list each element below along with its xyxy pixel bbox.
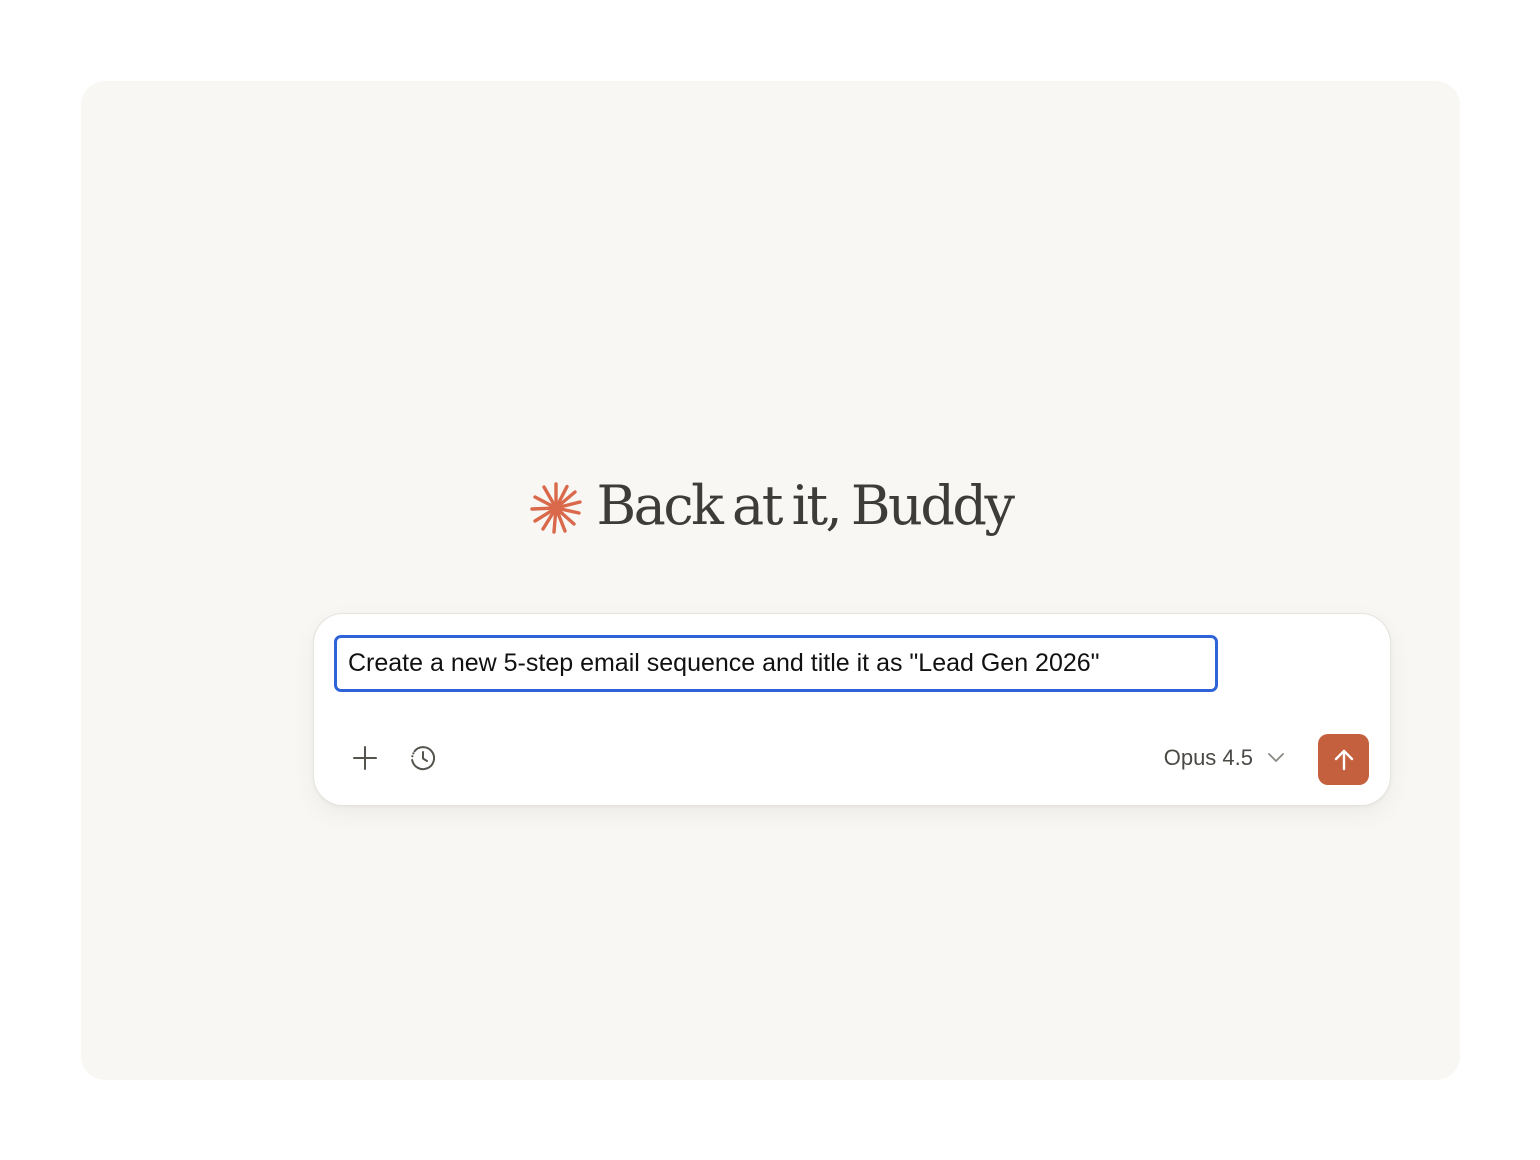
greeting-header: Back at it, Buddy (81, 477, 1460, 535)
greeting-title: Back at it, Buddy (596, 474, 1015, 537)
model-label: Opus 4.5 (1163, 745, 1253, 770)
chevron-down-icon (1268, 753, 1284, 762)
main-canvas: Back at it, Buddy Create a new 5-step em… (81, 81, 1460, 1080)
model-selector[interactable]: Opus 4.5 (1164, 740, 1285, 776)
history-icon (411, 746, 436, 771)
plus-icon (353, 746, 377, 770)
add-button[interactable] (345, 738, 385, 778)
prompt-input[interactable]: Create a new 5-step email sequence and t… (334, 635, 1218, 692)
arrow-up-icon (1334, 749, 1353, 770)
prompt-composer: Create a new 5-step email sequence and t… (313, 613, 1391, 806)
spark-icon (529, 482, 582, 534)
send-button[interactable] (1318, 734, 1369, 785)
history-button[interactable] (403, 738, 443, 778)
